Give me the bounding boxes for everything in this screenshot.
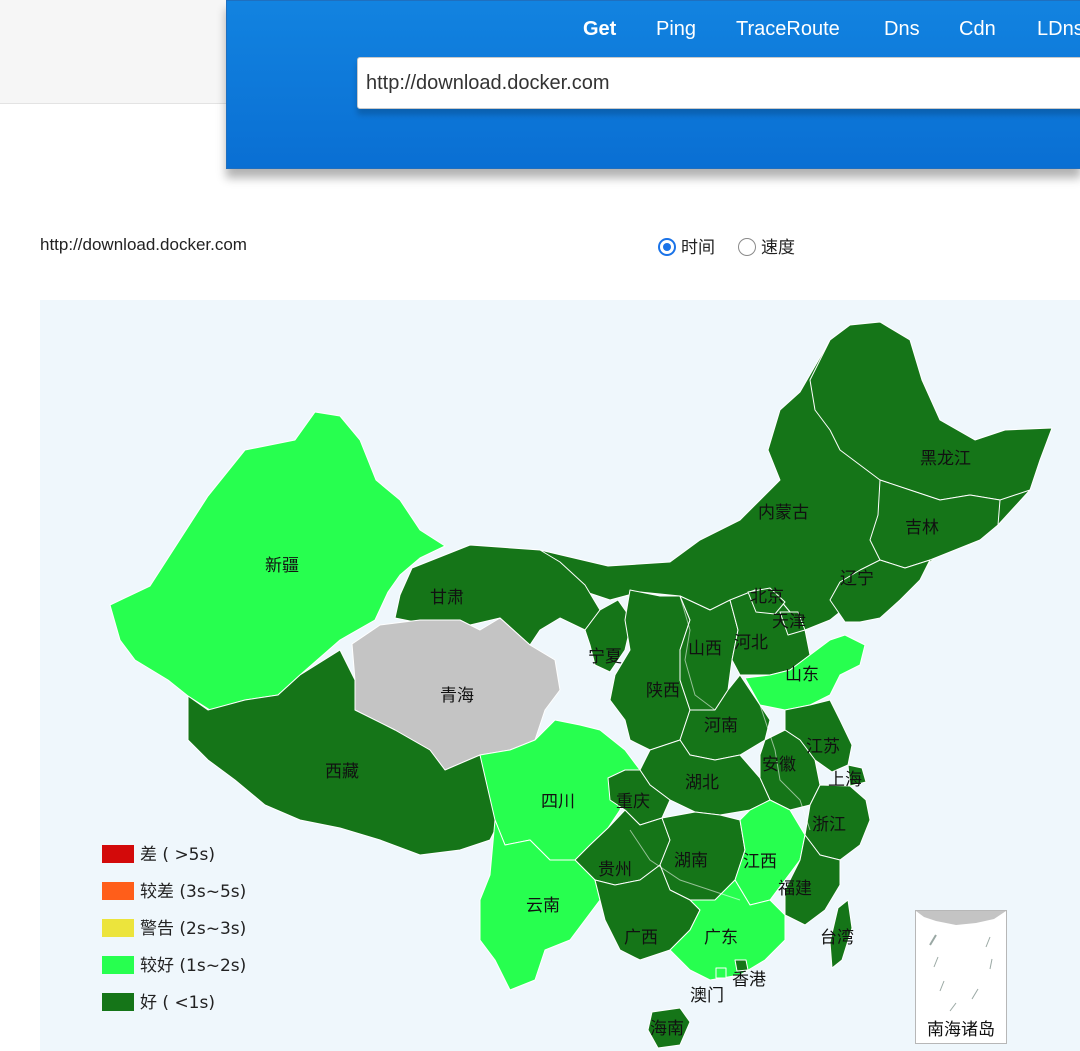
inset-dash [971, 988, 979, 1000]
label-beijing: 北京 [750, 587, 784, 607]
result-url: http://download.docker.com [40, 235, 247, 254]
label-hebei: 河北 [734, 633, 768, 653]
mode-option-speed[interactable]: 速度 [738, 233, 795, 258]
tab-get[interactable]: Get [583, 15, 616, 43]
legend-label: 较差 (3s~5s) [140, 882, 247, 902]
label-hainan: 海南 [650, 1019, 684, 1039]
china-map: 黑龙江 吉林 辽宁 内蒙古 北京 天津 河北 山西 山东 新疆 甘肃 青海 宁夏… [40, 300, 1080, 1051]
legend-swatch [102, 993, 134, 1011]
legend-item-bad: 较差 (3s~5s) [102, 877, 247, 902]
label-anhui: 安徽 [762, 755, 796, 775]
inset-islands-svg [916, 911, 1006, 1012]
tab-dns[interactable]: Dns [884, 15, 920, 43]
label-shandong: 山东 [785, 665, 819, 685]
label-chongqing: 重庆 [616, 792, 650, 812]
label-henan: 河南 [704, 716, 738, 736]
legend-item-fair: 较好 (1s~2s) [102, 951, 247, 976]
mode-time-label: 时间 [681, 238, 715, 258]
inset-dash [933, 956, 939, 968]
label-qinghai: 青海 [440, 686, 474, 706]
label-liaoning: 辽宁 [840, 569, 874, 589]
label-shanxi: 山西 [688, 639, 722, 659]
tab-cdn[interactable]: Cdn [959, 15, 996, 43]
inset-label: 南海诸岛 [927, 1020, 995, 1040]
label-hongkong: 香港 [732, 970, 766, 990]
legend-item-warning: 警告 (2s~3s) [102, 914, 247, 939]
label-jiangxi: 江西 [743, 852, 777, 872]
label-xizang: 西藏 [325, 762, 359, 782]
legend-swatch [102, 919, 134, 937]
label-taiwan: 台湾 [820, 928, 854, 948]
legend-label: 好 ( <1s) [140, 993, 215, 1013]
inset-dash [939, 980, 945, 992]
legend-label: 警告 (2s~3s) [140, 919, 247, 939]
label-yunnan: 云南 [526, 896, 560, 916]
south-china-sea-inset: 南海诸岛 [915, 910, 1007, 1044]
label-guangxi: 广西 [624, 928, 658, 948]
url-input[interactable] [357, 57, 1080, 109]
mode-speed-label: 速度 [761, 238, 795, 258]
legend-swatch [102, 882, 134, 900]
tab-traceroute[interactable]: TraceRoute [736, 15, 840, 43]
label-guangdong: 广东 [704, 928, 738, 948]
label-neimenggu: 内蒙古 [758, 503, 809, 523]
label-ningxia: 宁夏 [588, 647, 622, 667]
left-header-bar [0, 0, 226, 104]
label-tianjin: 天津 [772, 612, 806, 632]
label-zhejiang: 浙江 [812, 815, 846, 835]
label-jiangsu: 江苏 [806, 737, 840, 757]
label-hunan: 湖南 [674, 851, 708, 871]
inset-dash [949, 1002, 957, 1012]
query-panel: Get Ping TraceRoute Dns Cdn LDns [226, 0, 1080, 169]
province-macau[interactable] [715, 967, 727, 979]
tab-ldns[interactable]: LDns [1037, 15, 1080, 43]
radio-time[interactable] [658, 238, 676, 256]
label-guizhou: 贵州 [598, 860, 632, 880]
label-sichuan: 四川 [541, 792, 575, 812]
label-shaanxi: 陕西 [646, 681, 680, 701]
label-macau: 澳门 [690, 986, 724, 1006]
label-heilongjiang: 黑龙江 [920, 449, 971, 469]
legend-swatch [102, 845, 134, 863]
inset-dash [989, 958, 993, 970]
label-shanghai: 上海 [828, 770, 862, 790]
legend-item-poor: 差 ( >5s) [102, 840, 215, 865]
label-fujian: 福建 [778, 879, 812, 899]
tab-ping[interactable]: Ping [656, 15, 696, 43]
label-jilin: 吉林 [905, 518, 939, 538]
legend-swatch [102, 956, 134, 974]
legend-label: 较好 (1s~2s) [140, 956, 247, 976]
legend-label: 差 ( >5s) [140, 845, 215, 865]
label-xinjiang: 新疆 [265, 556, 299, 576]
inset-dash [985, 936, 991, 948]
label-hubei: 湖北 [685, 773, 719, 793]
label-gansu: 甘肃 [430, 588, 464, 608]
radio-speed[interactable] [738, 238, 756, 256]
mode-option-time[interactable]: 时间 [658, 233, 715, 258]
legend-item-good: 好 ( <1s) [102, 988, 215, 1013]
tool-tabs: Get Ping TraceRoute Dns Cdn LDns [227, 15, 1080, 45]
inset-dash [929, 934, 937, 946]
inset-landmass [916, 911, 1006, 925]
